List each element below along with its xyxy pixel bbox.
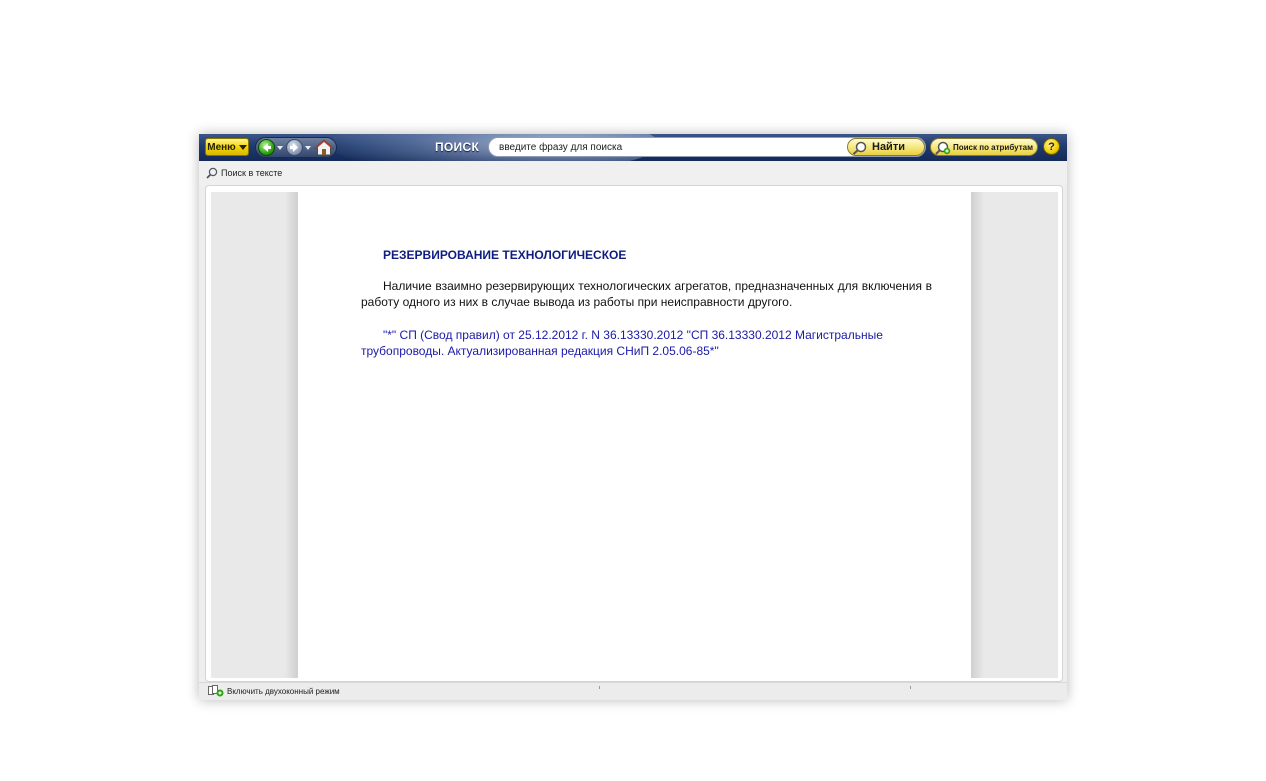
two-window-icon [208,685,224,697]
arrow-right-icon [290,143,298,152]
document-subbar: Поиск в тексте [199,161,1067,185]
document-viewer[interactable]: РЕЗЕРВИРОВАНИЕ ТЕХНОЛОГИЧЕСКОЕ Наличие в… [205,185,1063,682]
status-separator [910,686,911,689]
forward-history-dropdown[interactable] [305,146,311,150]
page-margin-left [211,192,298,678]
document-source-link[interactable]: "*" СП (Свод правил) от 25.12.2012 г. N … [361,327,936,359]
app-window: Меню ПОИСК введите фразу для поиска Найт… [199,134,1067,700]
magnifier-icon [206,167,218,179]
status-bar: Включить двухоконный режим [199,682,1067,700]
search-section-label: ПОИСК [435,140,480,154]
arrow-left-icon [263,143,271,152]
document-body-text: Наличие взаимно резервирующих технологич… [361,279,932,309]
attribute-search-button-label: Поиск по атрибутам [953,142,1034,152]
document-page: РЕЗЕРВИРОВАНИЕ ТЕХНОЛОГИЧЕСКОЕ Наличие в… [298,192,971,678]
two-window-mode-label: Включить двухоконный режим [227,686,340,696]
help-button[interactable]: ? [1043,138,1060,155]
find-in-text-label: Поиск в тексте [221,168,283,178]
back-history-dropdown[interactable] [277,146,283,150]
menu-button[interactable]: Меню [205,138,249,156]
menu-button-label: Меню [207,141,236,153]
home-icon [313,139,335,156]
two-window-mode-button[interactable]: Включить двухоконный режим [208,685,340,697]
question-icon: ? [1048,140,1055,153]
home-button[interactable] [313,139,335,156]
back-button[interactable] [258,139,275,156]
find-button-label: Найти [872,141,905,153]
status-separator [599,686,600,689]
magnifier-plus-icon [935,141,951,155]
page-margin-right [971,192,1058,678]
find-in-text-button[interactable]: Поиск в тексте [206,167,282,179]
document-title: РЕЗЕРВИРОВАНИЕ ТЕХНОЛОГИЧЕСКОЕ [383,248,627,262]
caret-down-icon [238,144,247,150]
attribute-search-button[interactable]: Поиск по атрибутам [930,138,1038,156]
forward-button[interactable] [286,139,303,156]
find-button[interactable]: Найти [847,138,925,156]
navigation-group [255,137,337,158]
magnifier-icon [852,141,867,155]
toolbar: Меню ПОИСК введите фразу для поиска Найт… [199,134,1067,161]
